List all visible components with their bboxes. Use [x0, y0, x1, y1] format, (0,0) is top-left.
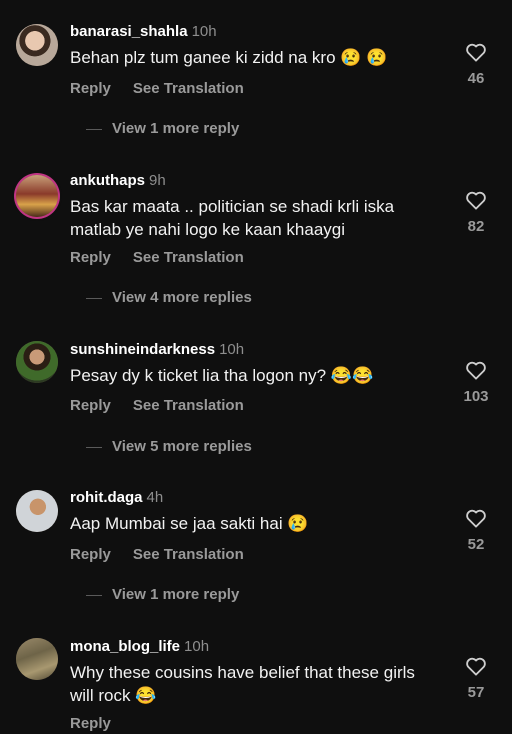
like-count: 57	[467, 684, 485, 701]
reply-button[interactable]: Reply	[70, 80, 111, 97]
view-more-replies[interactable]: View 4 more replies	[86, 289, 252, 306]
view-more-replies-label: View 5 more replies	[112, 438, 252, 455]
comment-actions: Reply See Translation	[70, 546, 266, 563]
see-translation-button[interactable]: See Translation	[133, 80, 244, 97]
avatar[interactable]	[16, 24, 58, 66]
comment-text: Behan plz tum ganee ki zidd na kro 😢 😢	[70, 48, 388, 67]
view-more-replies[interactable]: View 5 more replies	[86, 438, 252, 455]
username[interactable]: rohit.daga	[70, 489, 143, 506]
like-count: 103	[463, 388, 489, 405]
divider-line	[86, 594, 102, 596]
comment-text: Pesay dy k ticket lia tha logon ny? 😂😂	[70, 366, 374, 385]
reply-button[interactable]: Reply	[70, 249, 111, 266]
heart-outline-icon[interactable]	[465, 42, 487, 62]
like-control: 46	[452, 42, 500, 87]
reply-button[interactable]: Reply	[70, 546, 111, 563]
see-translation-button[interactable]: See Translation	[133, 546, 244, 563]
see-translation-button[interactable]: See Translation	[133, 397, 244, 414]
divider-line	[86, 128, 102, 130]
comment-actions: Reply See Translation	[70, 80, 266, 97]
username[interactable]: ankuthaps	[70, 172, 145, 189]
view-more-replies-label: View 1 more reply	[112, 120, 240, 137]
comment-header: rohit.daga 4h	[70, 489, 163, 506]
like-control: 57	[452, 656, 500, 701]
comment-actions: Reply See Translation	[70, 249, 266, 266]
comment-text: Aap Mumbai se jaa sakti hai 😢	[70, 514, 309, 533]
like-control: 52	[452, 508, 500, 553]
timestamp: 9h	[149, 172, 166, 189]
comment-header: banarasi_shahla 10h	[70, 23, 217, 40]
view-more-replies[interactable]: View 1 more reply	[86, 586, 239, 603]
view-more-replies-label: View 1 more reply	[112, 586, 240, 603]
comment-text: Why these cousins have belief that these…	[70, 663, 415, 705]
timestamp: 10h	[219, 341, 245, 358]
comment-text: Bas kar maata .. politician se shadi krl…	[70, 197, 395, 239]
heart-outline-icon[interactable]	[465, 508, 487, 528]
username[interactable]: banarasi_shahla	[70, 23, 188, 40]
comment-header: sunshineindarkness 10h	[70, 341, 244, 358]
view-more-replies[interactable]: View 1 more reply	[86, 120, 239, 137]
avatar[interactable]	[16, 490, 58, 532]
comment-actions: Reply	[70, 715, 133, 732]
timestamp: 10h	[184, 638, 210, 655]
avatar[interactable]	[16, 175, 58, 217]
heart-outline-icon[interactable]	[465, 656, 487, 676]
username[interactable]: sunshineindarkness	[70, 341, 215, 358]
heart-outline-icon[interactable]	[465, 190, 487, 210]
see-translation-button[interactable]: See Translation	[133, 249, 244, 266]
reply-button[interactable]: Reply	[70, 715, 111, 732]
comment-header: mona_blog_life 10h	[70, 638, 209, 655]
like-count: 46	[467, 70, 485, 87]
username[interactable]: mona_blog_life	[70, 638, 180, 655]
divider-line	[86, 297, 102, 299]
avatar[interactable]	[16, 341, 58, 383]
comment-actions: Reply See Translation	[70, 397, 266, 414]
timestamp: 4h	[146, 489, 164, 506]
like-count: 82	[467, 218, 485, 235]
like-control: 82	[452, 190, 500, 235]
like-count: 52	[467, 536, 485, 553]
comment-header: ankuthaps 9h	[70, 172, 166, 189]
heart-outline-icon[interactable]	[465, 360, 487, 380]
reply-button[interactable]: Reply	[70, 397, 111, 414]
like-control: 103	[452, 360, 500, 405]
divider-line	[86, 446, 102, 448]
view-more-replies-label: View 4 more replies	[112, 289, 252, 306]
timestamp: 10h	[191, 23, 217, 40]
avatar[interactable]	[16, 638, 58, 680]
